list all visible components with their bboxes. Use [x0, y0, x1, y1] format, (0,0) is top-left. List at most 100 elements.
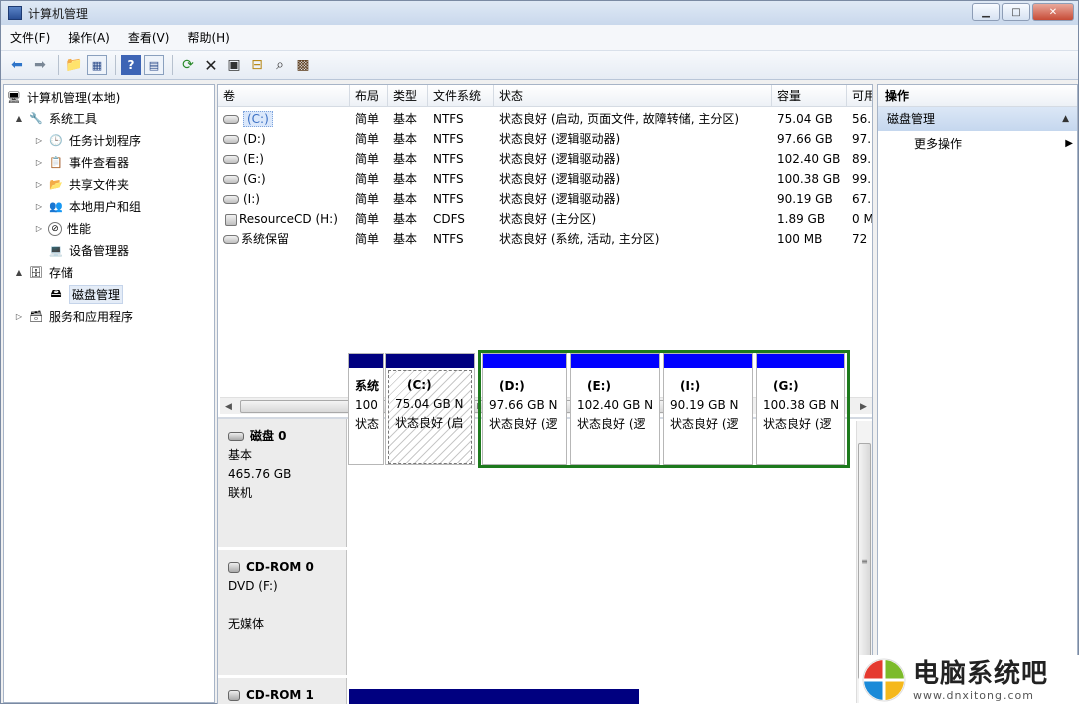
scroll-right-arrow-icon[interactable]: ▶: [855, 398, 872, 415]
refresh-icon[interactable]: ⟳: [178, 55, 198, 75]
tree-item-task-scheduler[interactable]: ▷ 🕒 任务计划程序: [34, 130, 141, 151]
tools-icon: 🔧: [29, 112, 43, 125]
volume-status: 状态良好 (逻辑驱动器): [499, 192, 621, 206]
menu-view[interactable]: 查看(V): [119, 29, 179, 46]
tree-item-label: 本地用户和组: [69, 200, 142, 214]
partition-g[interactable]: (G:) 100.38 GB N 状态良好 (逻: [756, 353, 845, 465]
menu-help[interactable]: 帮助(H): [178, 29, 238, 46]
volume-type: 基本: [393, 212, 418, 226]
title-bar[interactable]: 计算机管理 ▁ □ ✕: [1, 1, 1078, 25]
volume-layout: 简单: [355, 152, 380, 166]
column-volume[interactable]: 卷: [218, 85, 350, 107]
collapse-arrow-icon[interactable]: ▲: [14, 114, 24, 123]
close-button[interactable]: ✕: [1032, 3, 1074, 21]
scroll-thumb[interactable]: ≡: [858, 443, 871, 679]
partition-status: 状态: [355, 417, 380, 431]
volume-layout: 简单: [355, 212, 380, 226]
tree-item-label: 共享文件夹: [69, 178, 130, 192]
open-icon[interactable]: ⊟: [247, 55, 267, 75]
tree-item-label: 磁盘管理: [69, 285, 124, 304]
tree-item-event-viewer[interactable]: ▷ 📋 事件查看器: [34, 152, 129, 173]
expand-arrow-icon[interactable]: ▷: [34, 224, 44, 233]
volume-type: 基本: [393, 132, 418, 146]
partition-name: 系统: [355, 379, 380, 393]
tree-item-system-tools[interactable]: ▲ 🔧 系统工具: [14, 108, 97, 129]
tree-item-label: 设备管理器: [69, 244, 130, 258]
more-actions-item[interactable]: 更多操作 ▶: [878, 131, 1077, 157]
tree-item-device-manager[interactable]: 💻 设备管理器: [34, 240, 129, 261]
toolbar-separator: [58, 55, 59, 75]
console-tree-icon[interactable]: ▤: [144, 55, 164, 75]
partition-system-reserved[interactable]: 系统 100 状态: [348, 353, 384, 465]
tree-item-services-applications[interactable]: ▷ 🗃 服务和应用程序: [14, 306, 133, 327]
show-hide-tree-icon[interactable]: ▦: [87, 55, 107, 75]
storage-icon: 🗄: [29, 266, 43, 279]
volume-capacity: 75.04 GB: [777, 112, 833, 126]
partition-e[interactable]: (E:) 102.40 GB N 状态良好 (逻: [570, 353, 660, 465]
actions-header: 操作: [878, 85, 1077, 107]
column-layout[interactable]: 布局: [350, 85, 388, 107]
delete-icon[interactable]: ✕: [201, 55, 221, 75]
more-actions-label: 更多操作: [914, 137, 963, 151]
maximize-button[interactable]: □: [1002, 3, 1030, 21]
expand-arrow-icon[interactable]: ▷: [34, 180, 44, 189]
menu-bar: 文件(F) 操作(A) 查看(V) 帮助(H): [1, 25, 1078, 51]
help-icon[interactable]: ?: [121, 55, 141, 75]
column-type[interactable]: 类型: [388, 85, 428, 107]
partition-c[interactable]: (C:) 75.04 GB N 状态良好 (启: [385, 353, 475, 465]
expand-arrow-icon[interactable]: ▷: [14, 312, 24, 321]
forward-icon[interactable]: ➡: [30, 55, 50, 75]
properties-icon[interactable]: ▣: [224, 55, 244, 75]
expand-arrow-icon[interactable]: ▷: [34, 158, 44, 167]
tree-item-computer-management[interactable]: 🖥 计算机管理(本地): [6, 87, 120, 108]
cdrom-1-label[interactable]: CD-ROM 1: [218, 678, 347, 704]
export-icon[interactable]: ▩: [293, 55, 313, 75]
menu-file[interactable]: 文件(F): [1, 29, 59, 46]
volume-row[interactable]: ResourceCD (H:) 简单 基本 CDFS 状态良好 (主分区) 1.…: [218, 209, 872, 229]
cdrom-type: DVD (F:): [228, 579, 278, 593]
tree-item-disk-management[interactable]: 🖴 磁盘管理: [34, 284, 124, 305]
back-icon[interactable]: ⬅: [7, 55, 27, 75]
volume-row[interactable]: (I:) 简单 基本 NTFS 状态良好 (逻辑驱动器) 90.19 GB 67…: [218, 189, 872, 209]
disk-size: 465.76 GB: [228, 467, 292, 481]
volume-status: 状态良好 (逻辑驱动器): [499, 172, 621, 186]
volume-row[interactable]: 系统保留 简单 基本 NTFS 状态良好 (系统, 活动, 主分区) 100 M…: [218, 229, 872, 249]
column-free[interactable]: 可用: [847, 85, 872, 107]
collapse-arrow-icon[interactable]: ▲: [14, 268, 24, 277]
up-folder-icon[interactable]: 📁: [64, 55, 84, 75]
menu-action[interactable]: 操作(A): [59, 29, 119, 46]
expand-arrow-icon[interactable]: ▷: [34, 202, 44, 211]
tree-item-label: 存储: [49, 266, 74, 280]
volume-fs: NTFS: [433, 132, 464, 146]
tree-item-shared-folders[interactable]: ▷ 📂 共享文件夹: [34, 174, 129, 195]
volume-row[interactable]: (C:) 简单 基本 NTFS 状态良好 (启动, 页面文件, 故障转储, 主分…: [218, 109, 872, 129]
volume-row[interactable]: (E:) 简单 基本 NTFS 状态良好 (逻辑驱动器) 102.40 GB 8…: [218, 149, 872, 169]
volume-name: (D:): [243, 132, 266, 146]
tree-item-performance[interactable]: ▷ ⊘ 性能: [34, 218, 91, 239]
volume-row[interactable]: (D:) 简单 基本 NTFS 状态良好 (逻辑驱动器) 97.66 GB 97…: [218, 129, 872, 149]
volume-free: 72: [852, 232, 868, 246]
actions-section-disk-management[interactable]: 磁盘管理 ▲: [878, 107, 1077, 131]
volume-fs: NTFS: [433, 192, 464, 206]
cdrom-0-label[interactable]: CD-ROM 0 DVD (F:) 无媒体: [218, 550, 347, 675]
minimize-button[interactable]: ▁: [972, 3, 1000, 21]
partition-d[interactable]: (D:) 97.66 GB N 状态良好 (逻: [482, 353, 567, 465]
collapse-up-icon[interactable]: ▲: [1062, 107, 1069, 131]
partition-i[interactable]: (I:) 90.19 GB N 状态良好 (逻: [663, 353, 753, 465]
expand-arrow-icon[interactable]: ▷: [34, 136, 44, 145]
search-icon[interactable]: ⌕: [270, 55, 290, 75]
disk-0-label[interactable]: 磁盘 0 基本 465.76 GB 联机: [218, 419, 347, 547]
volume-row[interactable]: (G:) 简单 基本 NTFS 状态良好 (逻辑驱动器) 100.38 GB 9…: [218, 169, 872, 189]
column-status[interactable]: 状态: [494, 85, 772, 107]
volume-type: 基本: [393, 152, 418, 166]
column-capacity[interactable]: 容量: [772, 85, 847, 107]
watermark: 电脑系统吧 www.dnxitong.com: [859, 655, 1079, 704]
partition-status: 状态良好 (逻: [577, 417, 646, 431]
cdrom-1-bar[interactable]: [349, 689, 639, 704]
tree-item-local-users[interactable]: ▷ 👥 本地用户和组: [34, 196, 141, 217]
volume-icon: [223, 115, 239, 124]
partition-size: 75.04 GB N: [395, 397, 464, 411]
scroll-left-arrow-icon[interactable]: ◀: [220, 398, 237, 415]
tree-item-storage[interactable]: ▲ 🗄 存储: [14, 262, 73, 283]
column-filesystem[interactable]: 文件系统: [428, 85, 494, 107]
